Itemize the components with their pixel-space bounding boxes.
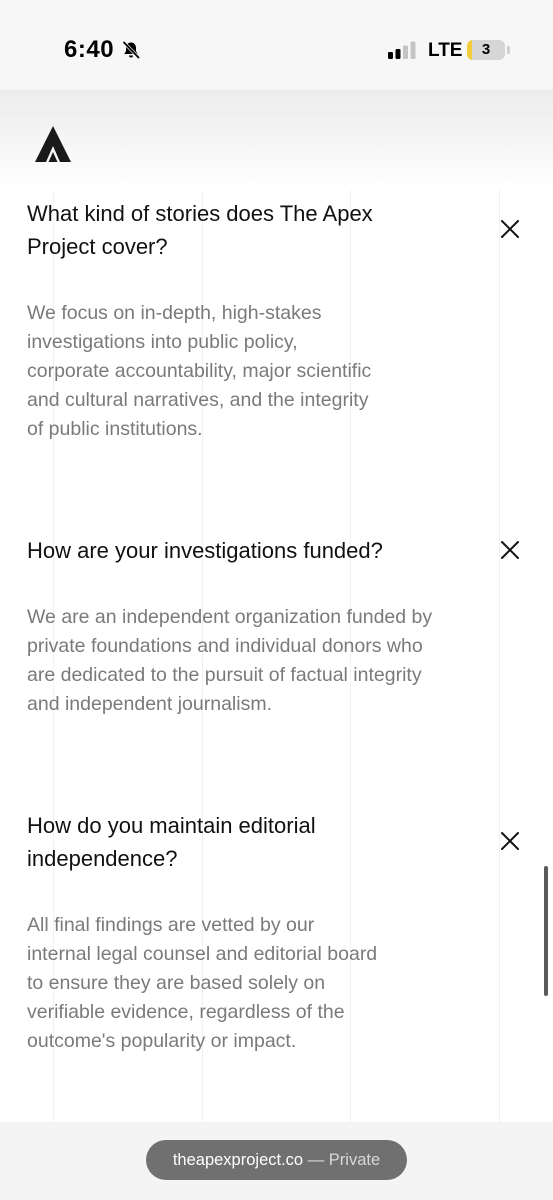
- grid-line: [499, 90, 500, 1122]
- faq-question[interactable]: What kind of stories does The Apex Proje…: [27, 197, 407, 263]
- address-bar[interactable]: theapexproject.co — Private: [146, 1140, 407, 1180]
- url-domain: theapexproject.co: [172, 1151, 304, 1169]
- faq-answer: We focus on in-depth, high-stakes invest…: [27, 302, 372, 440]
- scrollbar[interactable]: [544, 866, 548, 996]
- faq-answer: We are an independent organization funde…: [27, 606, 433, 715]
- faq-answer: All final findings are vetted by our int…: [27, 914, 378, 1052]
- private-mode-label: Private: [328, 1151, 381, 1169]
- faq-question[interactable]: How do you maintain editorial independen…: [27, 809, 367, 875]
- close-icon[interactable]: [498, 217, 522, 241]
- close-icon[interactable]: [498, 829, 522, 853]
- site-header: [0, 90, 553, 190]
- status-bar: 6:40 LTE 3: [0, 0, 553, 90]
- battery-level: 3: [481, 41, 491, 58]
- browser-bottom-bar: theapexproject.co — Private: [0, 1122, 553, 1200]
- url-separator: —: [303, 1151, 329, 1169]
- bell-slash-icon: [122, 41, 140, 59]
- status-time: 6:40: [64, 36, 115, 63]
- battery-icon: 3: [467, 40, 505, 60]
- network-label: LTE: [428, 40, 463, 61]
- faq-question[interactable]: How are your investigations funded?: [27, 534, 447, 567]
- battery-cap: [507, 46, 510, 54]
- close-icon[interactable]: [498, 538, 522, 562]
- signal-bars-icon: [388, 41, 416, 59]
- apex-logo-icon[interactable]: [34, 125, 72, 163]
